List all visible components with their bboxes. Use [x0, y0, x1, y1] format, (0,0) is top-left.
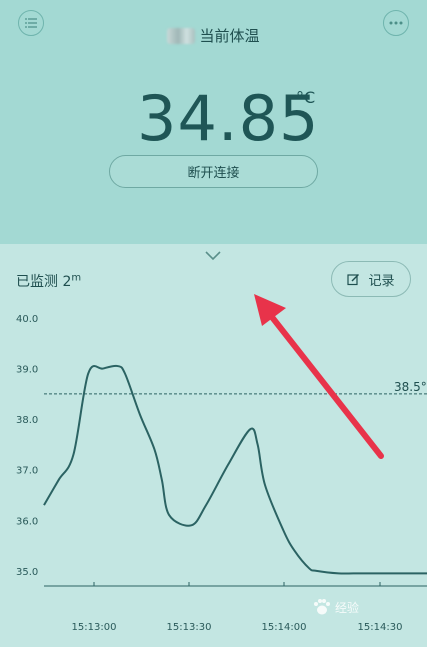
chevron-down-icon[interactable]	[203, 250, 223, 262]
y-tick-label: 40.0	[16, 314, 38, 325]
x-tick-label: 15:13:30	[167, 622, 212, 633]
monitor-unit: m	[71, 272, 82, 284]
y-tick-label: 37.0	[16, 466, 38, 477]
y-tick-label: 36.0	[16, 516, 38, 527]
monitor-label: 已监测 2	[16, 274, 72, 290]
edit-icon	[347, 273, 360, 285]
record-button[interactable]: 记录	[331, 261, 411, 297]
record-label: 记录	[368, 273, 395, 289]
y-tick-label: 38.0	[16, 415, 38, 426]
x-tick-label: 15:13:00	[72, 622, 117, 633]
threshold-label: 38.5°	[394, 380, 427, 394]
y-tick-label: 39.0	[16, 365, 38, 376]
temperature-unit: °C	[296, 88, 316, 107]
x-tick-label: 15:14:30	[358, 622, 403, 633]
watermark: 经验	[312, 598, 359, 616]
temperature-chart: 40.0 39.0 38.0 37.0 36.0 35.0 38.5° 15:13:00 15:…	[16, 314, 427, 633]
page-title: 当前体温	[199, 27, 260, 45]
temperature-value: 34.85	[137, 82, 320, 155]
disconnect-button[interactable]: 断开连接	[109, 155, 318, 188]
blurred-name	[167, 27, 196, 44]
page-header: 当前体温	[0, 25, 427, 46]
x-tick-label: 15:14:00	[262, 622, 307, 633]
y-tick-label: 35.0	[16, 567, 38, 578]
monitor-duration: 已监测 2m	[16, 271, 81, 291]
watermark-text: 经验	[335, 600, 360, 615]
paw-logo-icon	[314, 599, 330, 615]
temperature-series-line	[43, 364, 427, 575]
